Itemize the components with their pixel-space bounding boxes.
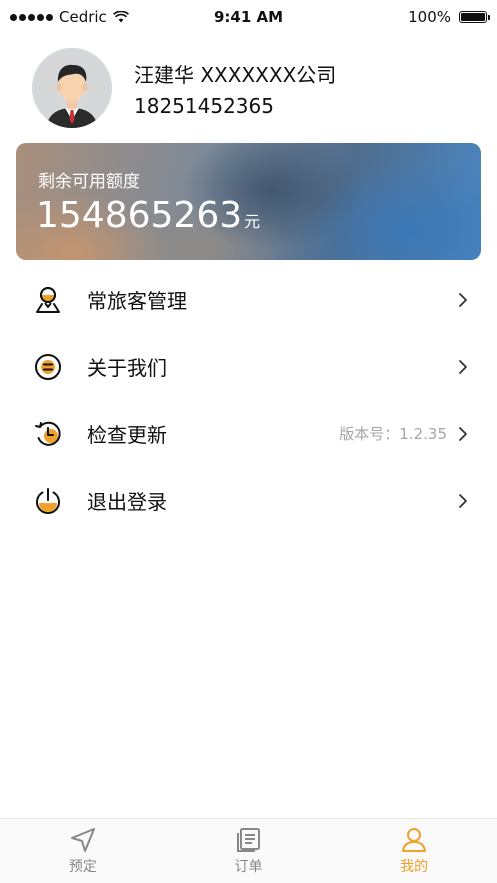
battery-icon [459,11,490,23]
settings-menu: 常旅客管理 关于我们 检查更新 版本号：1.2.35 退出登录 [0,266,497,534]
wifi-icon [112,11,129,23]
chevron-right-icon [457,493,469,509]
signal-strength-icon [10,13,53,21]
avatar[interactable] [32,48,112,128]
update-icon [34,420,62,448]
menu-item-frequent-traveler[interactable]: 常旅客管理 [0,266,497,333]
tab-label: 预定 [68,859,97,875]
status-right: 100% [408,8,490,26]
navigation-arrow-icon [69,826,97,854]
about-icon [34,353,62,381]
version-number: 版本号：1.2.35 [339,425,447,443]
tab-label: 订单 [234,859,263,875]
menu-item-about[interactable]: 关于我们 [0,333,497,400]
credit-card[interactable]: 剩余可用额度 154865263 元 [16,143,481,260]
profile-text: 汪建华 XXXXXXX公司 18251452365 [134,59,336,118]
menu-item-check-update[interactable]: 检查更新 版本号：1.2.35 [0,400,497,467]
tab-booking[interactable]: 预定 [0,819,166,883]
status-bar: Cedric 9:41 AM 100% [0,0,497,34]
menu-label: 常旅客管理 [87,289,187,313]
user-profile-icon [400,826,428,854]
battery-percent: 100% [408,8,451,26]
chevron-right-icon [457,359,469,375]
tab-mine[interactable]: 我的 [331,819,497,883]
user-name: 汪建华 XXXXXXX公司 [134,62,337,87]
chevron-right-icon [457,292,469,308]
menu-label: 关于我们 [87,356,167,380]
frequent-traveler-icon [34,286,62,314]
avatar-person-icon [32,48,112,128]
logout-icon [34,487,62,515]
menu-item-logout[interactable]: 退出登录 [0,467,497,534]
credit-unit: 元 [244,212,261,231]
profile-header[interactable]: 汪建华 XXXXXXX公司 18251452365 [32,48,336,128]
tab-bar: 预定 订单 我的 [0,818,497,883]
menu-label: 退出登录 [87,490,167,514]
tab-orders[interactable]: 订单 [166,819,332,883]
credit-value: 154865263 [36,195,243,236]
order-list-icon [235,826,263,854]
carrier-name: Cedric [59,8,107,26]
credit-amount: 154865263 元 [36,195,260,236]
user-phone: 18251452365 [134,93,274,118]
chevron-right-icon [457,426,469,442]
status-left: Cedric [10,8,129,26]
tab-label: 我的 [400,859,429,875]
menu-label: 检查更新 [87,423,167,447]
credit-label: 剩余可用额度 [38,172,140,192]
